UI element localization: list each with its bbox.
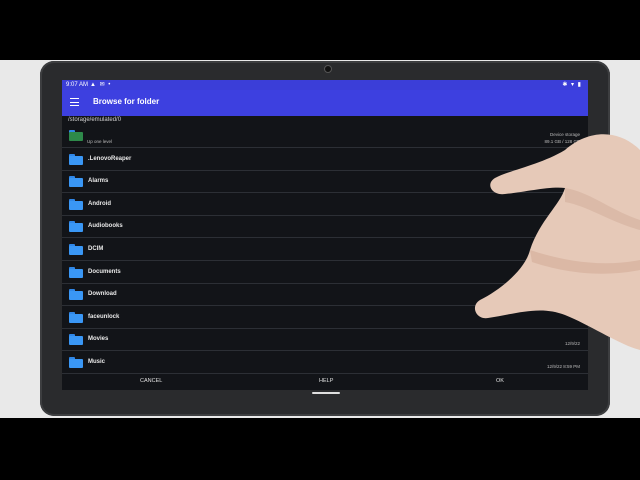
folder-name: Documents: [88, 268, 121, 275]
folder-row[interactable]: Audiobooks: [62, 215, 588, 239]
folder-icon: [69, 244, 83, 255]
folder-icon: [69, 311, 83, 323]
folder-icon: [69, 289, 83, 301]
storage-size: 89.1 GB / 128 GB: [544, 139, 580, 144]
folder-name: Music: [88, 359, 106, 365]
folder-row[interactable]: Alarms: [62, 170, 588, 194]
folder-row[interactable]: Android: [62, 193, 588, 216]
page-title: Browse for folder: [93, 97, 160, 106]
folder-row[interactable]: Download: [62, 283, 588, 307]
gesture-nav-handle[interactable]: [312, 392, 340, 394]
status-bar: 9:07 AM ▲ ✉ • ✱ ▾ ▮: [62, 80, 588, 90]
folder-date: 12/9/22 8:59 PM: [546, 273, 580, 279]
app-bar: Browse for folder: [62, 90, 588, 116]
folder-list: Up one level Device storage 89.1 GB / 12…: [62, 125, 588, 375]
folder-row[interactable]: DCIM 1/29/23: [62, 238, 588, 261]
folder-row[interactable]: faceunlock: [62, 306, 588, 329]
folder-icon: [69, 153, 83, 165]
backdrop-top: [0, 0, 640, 60]
folder-icon: [69, 176, 83, 188]
folder-date: 12/9/22: [564, 341, 580, 347]
folder-row[interactable]: Documents 12/9/22 8:59 PM: [62, 261, 588, 284]
ok-button[interactable]: OK: [496, 378, 504, 384]
folder-name: Download: [88, 291, 117, 298]
up-one-level-label: Up one level: [87, 139, 113, 144]
up-one-level-row[interactable]: Up one level Device storage 89.1 GB / 12…: [62, 125, 588, 148]
current-path: /storage/emulated/0: [68, 117, 122, 123]
backdrop-bottom: [0, 418, 640, 480]
front-camera: [324, 65, 332, 73]
storage-label: Device storage: [549, 132, 580, 137]
folder-icon: [69, 266, 83, 278]
folder-row[interactable]: .LenovoReaper 12/9/22: [62, 148, 588, 171]
folder-icon: [69, 221, 83, 233]
folder-row[interactable]: Movies 12/9/22: [62, 328, 588, 352]
dialog-button-bar: CANCEL HELP OK: [62, 374, 588, 390]
folder-date: 12/9/22: [564, 160, 580, 166]
folder-name: .LenovoReaper: [88, 155, 132, 162]
notification-icons: ▲ ✉ •: [90, 82, 112, 88]
folder-row[interactable]: Music 12/9/22 8:59 PM: [62, 351, 588, 374]
help-button[interactable]: HELP: [319, 378, 333, 384]
tablet-screen: 9:07 AM ▲ ✉ • ✱ ▾ ▮ Browse for folder /s…: [62, 80, 588, 390]
status-time: 9:07 AM: [66, 82, 89, 88]
folder-name: Android: [88, 200, 111, 207]
folder-name: DCIM: [88, 246, 104, 252]
folder-up-icon: [69, 130, 83, 141]
folder-date: 12/9/22 8:59 PM: [546, 364, 580, 369]
hamburger-menu-icon[interactable]: [70, 98, 79, 106]
folder-icon: [69, 334, 83, 346]
folder-name: Movies: [88, 336, 109, 343]
folder-date: 1/29/23: [564, 251, 580, 256]
cancel-button[interactable]: CANCEL: [140, 378, 162, 384]
folder-name: Audiobooks: [88, 223, 123, 230]
folder-icon: [69, 357, 83, 368]
folder-name: faceunlock: [88, 313, 120, 320]
folder-name: Alarms: [88, 178, 109, 185]
system-status-icons: ✱ ▾ ▮: [562, 82, 582, 88]
folder-icon: [69, 198, 83, 210]
